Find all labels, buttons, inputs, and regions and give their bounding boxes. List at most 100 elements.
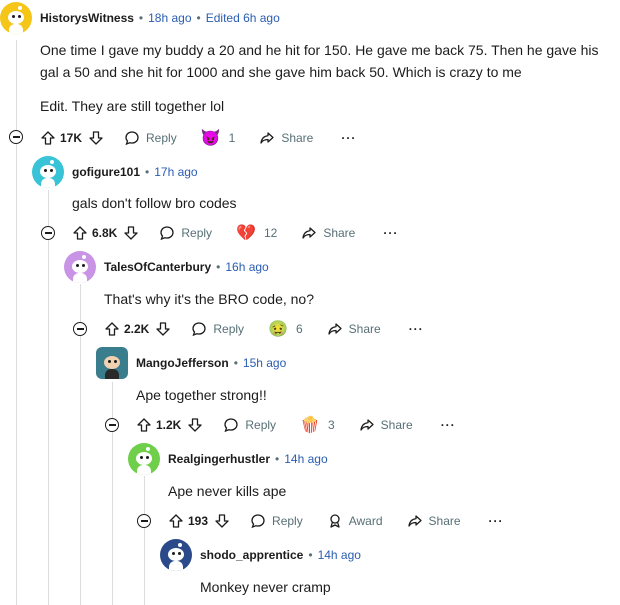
timestamp[interactable]: 14h ago: [284, 452, 327, 466]
comment-text: gals don't follow bro codes: [72, 195, 237, 211]
comment-icon: [192, 322, 207, 337]
reply-button[interactable]: Reply: [159, 225, 212, 241]
award-count: 1: [228, 131, 236, 145]
share-label: Share: [281, 131, 314, 145]
reply-button[interactable]: Reply: [124, 130, 177, 146]
comment-icon: [251, 514, 265, 529]
comment-actions: 2.2K Reply 🤢 6 Share ···: [104, 317, 424, 341]
reply-button[interactable]: Reply: [223, 417, 276, 433]
broken-heart-award-icon: 💔: [236, 225, 256, 242]
comment-header: HistorysWitness • 18h ago • Edited 6h ag…: [0, 2, 280, 34]
vote-controls: 1.2K: [136, 417, 203, 433]
nauseated-award-icon: 🤢: [268, 321, 288, 338]
share-button[interactable]: Share: [301, 225, 355, 241]
timestamp[interactable]: 18h ago: [148, 11, 191, 25]
comment-icon: [224, 418, 239, 433]
upvote-icon[interactable]: [40, 130, 56, 146]
separator-dot: •: [308, 548, 313, 562]
comment-actions: 17K Reply 😈 1 Share ···: [40, 126, 356, 150]
comment-text: One time I gave my buddy a 20 and he hit…: [40, 42, 599, 58]
share-label: Share: [348, 322, 381, 336]
reply-button[interactable]: Reply: [191, 321, 244, 337]
reply-button[interactable]: Reply: [250, 513, 303, 529]
upvote-icon[interactable]: [72, 225, 88, 241]
downvote-icon[interactable]: [88, 130, 104, 146]
vote-count: 2.2K: [124, 322, 150, 336]
comment-text: Ape never kills ape: [168, 483, 287, 499]
comment-header: TalesOfCanterbury • 16h ago: [64, 251, 269, 283]
timestamp[interactable]: 17h ago: [154, 165, 197, 179]
devil-award-icon: 😈: [200, 130, 221, 147]
avatar[interactable]: [0, 2, 32, 34]
collapse-icon[interactable]: [73, 322, 87, 336]
thread-line: [144, 476, 145, 605]
award-button[interactable]: 💔 12: [236, 223, 277, 243]
share-button[interactable]: Share: [359, 417, 413, 433]
share-icon: [360, 419, 374, 431]
popcorn-award-icon: 🍿: [300, 417, 320, 434]
share-button[interactable]: Share: [259, 130, 313, 146]
comment-header: shodo_apprentice • 14h ago: [160, 539, 361, 571]
avatar[interactable]: [160, 539, 192, 571]
comment-actions: 6.8K Reply 💔 12 Share ···: [72, 221, 398, 245]
comment-header: Realgingerhustler • 14h ago: [128, 443, 328, 475]
separator-dot: •: [216, 260, 221, 274]
comment-text: Monkey never cramp: [200, 579, 331, 595]
timestamp[interactable]: 14h ago: [318, 548, 361, 562]
more-options-button[interactable]: ···: [409, 322, 424, 336]
timestamp[interactable]: 15h ago: [243, 356, 286, 370]
username[interactable]: TalesOfCanterbury: [104, 260, 211, 274]
downvote-icon[interactable]: [123, 225, 139, 241]
more-options-button[interactable]: ···: [489, 514, 504, 528]
collapse-icon[interactable]: [105, 418, 119, 432]
timestamp[interactable]: 16h ago: [225, 260, 268, 274]
separator-dot: •: [138, 11, 144, 25]
username[interactable]: MangoJefferson: [136, 356, 229, 370]
more-options-button[interactable]: ···: [341, 131, 356, 145]
share-label: Share: [380, 418, 413, 432]
avatar[interactable]: [96, 347, 128, 379]
username[interactable]: gofigure101: [72, 165, 140, 179]
award-count: 6: [295, 322, 303, 336]
comment-header: MangoJefferson • 15h ago: [96, 347, 286, 379]
collapse-icon[interactable]: [9, 130, 23, 144]
username[interactable]: Realgingerhustler: [168, 452, 270, 466]
edited-timestamp: Edited 6h ago: [205, 11, 280, 25]
award-button[interactable]: Award: [327, 513, 383, 529]
comment-actions: 193 Reply Award Share ···: [168, 509, 504, 533]
share-button[interactable]: Share: [327, 321, 381, 337]
award-button[interactable]: 🤢 6: [268, 319, 303, 339]
vote-count: 6.8K: [92, 226, 118, 240]
separator-dot: •: [145, 165, 150, 179]
avatar[interactable]: [128, 443, 160, 475]
downvote-icon[interactable]: [155, 321, 171, 337]
upvote-icon[interactable]: [136, 417, 152, 433]
vote-controls: 2.2K: [104, 321, 171, 337]
share-icon: [260, 132, 274, 144]
award-count: 12: [263, 226, 278, 240]
share-button[interactable]: Share: [407, 513, 461, 529]
upvote-icon[interactable]: [104, 321, 120, 337]
username[interactable]: HistorysWitness: [40, 11, 134, 25]
comment-icon: [125, 131, 139, 146]
downvote-icon[interactable]: [214, 513, 230, 529]
avatar[interactable]: [32, 156, 64, 188]
share-icon: [328, 323, 342, 335]
upvote-icon[interactable]: [168, 513, 184, 529]
vote-count: 1.2K: [156, 418, 182, 432]
share-icon: [302, 227, 316, 239]
award-label: Award: [348, 514, 383, 528]
collapse-icon[interactable]: [41, 226, 55, 240]
award-button[interactable]: 😈 1: [201, 128, 236, 148]
username[interactable]: shodo_apprentice: [200, 548, 303, 562]
avatar[interactable]: [64, 251, 96, 283]
more-options-button[interactable]: ···: [441, 418, 456, 432]
collapse-icon[interactable]: [137, 514, 151, 528]
more-options-button[interactable]: ···: [383, 226, 398, 240]
award-count: 3: [327, 418, 335, 432]
separator-dot: •: [233, 356, 238, 370]
vote-controls: 6.8K: [72, 225, 139, 241]
reply-label: Reply: [272, 514, 303, 528]
downvote-icon[interactable]: [187, 417, 203, 433]
award-button[interactable]: 🍿 3: [300, 415, 335, 435]
